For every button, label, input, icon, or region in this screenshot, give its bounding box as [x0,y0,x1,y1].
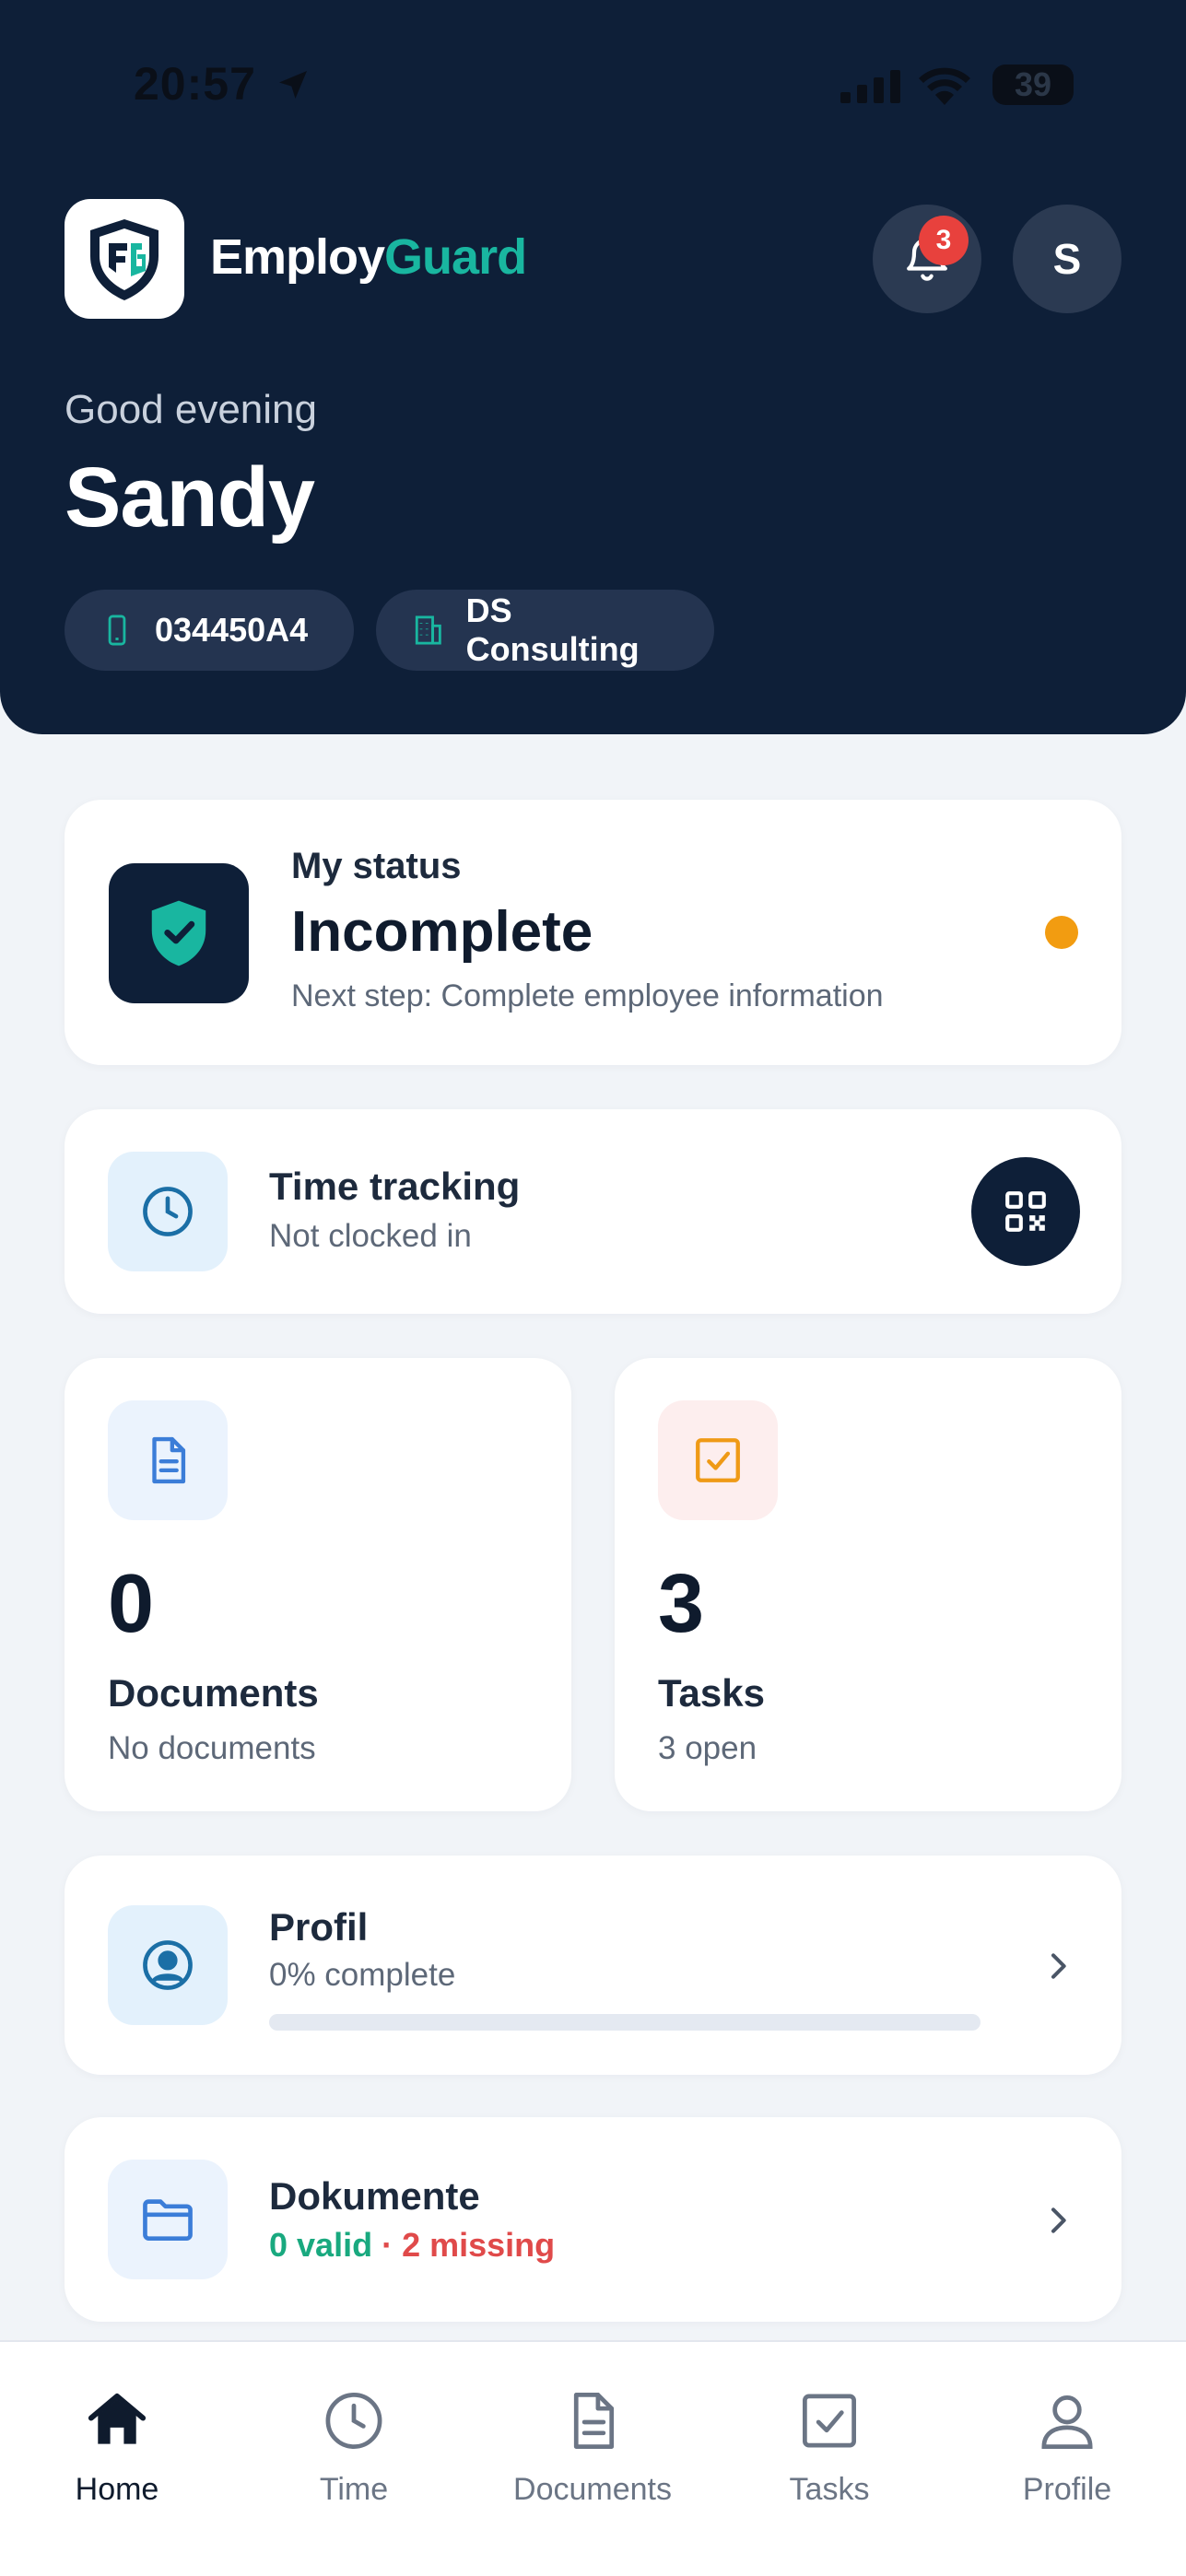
app-logo [65,199,184,319]
user-name: Sandy [65,451,315,544]
tasks-label: Tasks [658,1671,765,1715]
tasks-subtitle: 3 open [658,1730,757,1766]
dokumente-valid: 0 valid [269,2226,373,2264]
document-icon [573,2393,615,2449]
dokumente-separator: · [372,2226,403,2264]
status-shield [109,863,249,1003]
tasks-stat-card[interactable]: 3 Tasks 3 open [615,1358,1121,1811]
battery-icon: 39 [992,64,1074,105]
nav-profile-label: Profile [1022,2472,1112,2507]
status-indicator-dot [1045,916,1078,949]
profile-card-subtitle: 0% complete [269,1957,456,1993]
shield-check-icon [151,900,206,966]
avatar-initial: S [1052,235,1082,283]
document-icon [152,1436,186,1484]
brand-name: EmployGuard [210,228,527,286]
status-card[interactable]: My status Incomplete Next step: Complete… [65,800,1121,1065]
greeting: Good evening [65,387,317,432]
phone-icon [108,615,126,646]
tasks-count: 3 [658,1558,705,1650]
shield-logo-icon [90,219,159,300]
profile-progress-card[interactable]: Profil 0% complete [65,1856,1121,2075]
dokumente-title: Dokumente [269,2174,480,2218]
employee-id: 034450A4 [155,611,309,649]
building-icon [415,615,441,645]
chevron-right-icon [1051,2207,1066,2233]
status-next-step: Next step: Complete employee information [291,978,884,1013]
status-label: My status [291,846,462,886]
nav-home-label: Home [75,2472,159,2507]
header: 20:57 39 EmployGuard 3 S Good evening Sa… [0,0,1186,734]
nav-documents-label: Documents [513,2472,672,2507]
user-circle-icon [143,1940,193,1990]
nav-profile[interactable]: Profile [975,2388,1159,2508]
qr-scan-button[interactable] [971,1157,1080,1266]
nav-time[interactable]: Time [262,2388,446,2508]
documents-count: 0 [108,1558,155,1650]
checkbox-icon [803,2394,856,2448]
documents-label: Documents [108,1671,319,1715]
nav-time-label: Time [319,2472,389,2507]
documents-stat-card[interactable]: 0 Documents No documents [65,1358,571,1811]
profile-card-title: Profil [269,1905,369,1949]
documents-subtitle: No documents [108,1730,316,1766]
location-arrow-icon [279,71,307,99]
dokumente-missing: 2 missing [402,2226,556,2264]
clock-icon [143,1187,193,1236]
company-name: DS Consulting [465,591,640,668]
qr-code-icon [1005,1191,1046,1232]
time-tracking-title: Time tracking [269,1165,521,1208]
status-bar: 20:57 39 [0,0,1186,175]
user-icon [1041,2395,1093,2449]
nav-tasks-label: Tasks [789,2472,870,2507]
time-tracking-card[interactable]: Time tracking Not clocked in [65,1109,1121,1314]
tasks-icon-tile [658,1400,778,1520]
wifi-icon [919,67,970,105]
folder-icon [143,2199,193,2241]
time-icon-tile [108,1152,228,1271]
profile-progress-bar [269,2014,981,2031]
brand-primary: Employ [210,229,385,285]
nav-tasks[interactable]: Tasks [737,2388,922,2508]
nav-documents[interactable]: Documents [500,2388,685,2508]
notification-badge: 3 [919,216,969,265]
home-icon [88,2393,147,2444]
nav-home[interactable]: Home [25,2388,209,2508]
signal-icon [840,70,900,103]
documents-icon-tile [108,1400,228,1520]
dokumente-card[interactable]: Dokumente 0 valid · 2 missing [65,2117,1121,2322]
dokumente-icon-tile [108,2160,228,2279]
company-chip: DS Consulting [376,590,714,671]
bottom-navigation: Home Time Documents Tasks Profile [0,2340,1186,2576]
profile-icon-tile [108,1905,228,2025]
checkbox-icon [696,1438,740,1482]
status-time: 20:57 [134,58,256,110]
status-value: Incomplete [291,900,593,964]
brand-accent: Guard [384,229,527,285]
employee-id-chip: 034450A4 [65,590,354,671]
dokumente-summary: 0 valid · 2 missing [269,2226,555,2265]
clock-icon [325,2393,382,2449]
time-tracking-status: Not clocked in [269,1218,472,1254]
chevron-right-icon [1051,1953,1066,1979]
avatar[interactable]: S [1013,205,1121,313]
